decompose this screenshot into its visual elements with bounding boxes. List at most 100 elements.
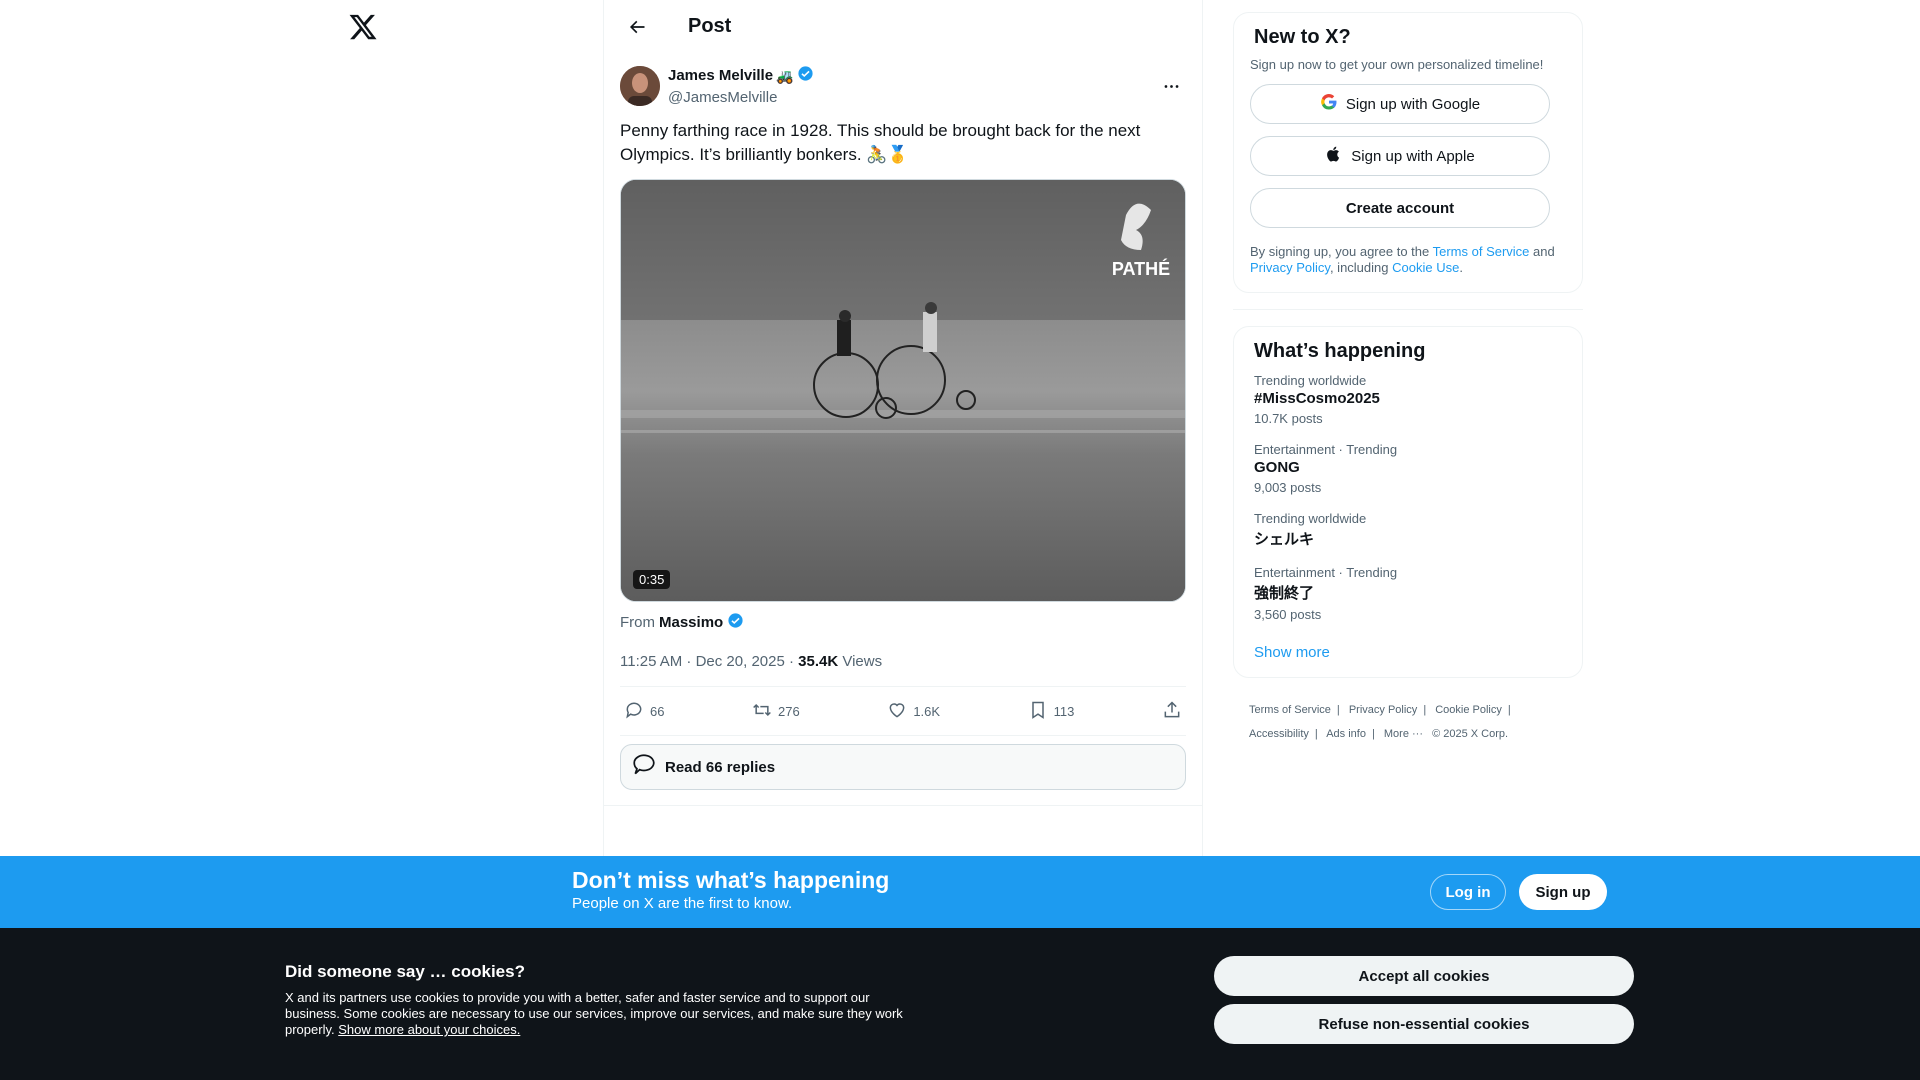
speech-bubble-icon [631, 752, 657, 782]
trend-name: 強制終了 [1254, 585, 1315, 602]
signup-google-button[interactable]: Sign up with Google [1250, 84, 1550, 124]
footer-accessibility-link[interactable]: Accessibility [1249, 728, 1309, 740]
author-display-name: James Melville [668, 67, 774, 84]
author-name-row[interactable]: James Melville 🚜 [668, 65, 814, 88]
footer-separator: | [1314, 728, 1318, 740]
apple-icon [1325, 145, 1343, 167]
reply-button[interactable]: 66 [624, 700, 664, 723]
tweet-header: James Melville 🚜 @JamesMelville [620, 65, 1186, 107]
tweet-text: Penny farthing race in 1928. This should… [620, 121, 1141, 164]
terms-link[interactable]: Terms of Service [1433, 244, 1530, 259]
repost-button[interactable]: 276 [752, 700, 800, 723]
from-label: From [620, 614, 655, 631]
legal-text-3: , including [1329, 260, 1393, 275]
trend-count: 3,560 posts [1254, 607, 1322, 622]
signup-card-subtitle: Sign up now to get your own personalized… [1250, 57, 1544, 72]
footer-separator: | [1371, 728, 1375, 740]
trend-context: Trending worldwide [1254, 373, 1367, 388]
video-source: From Massimo [620, 612, 1186, 633]
create-account-button[interactable]: Create account [1250, 188, 1550, 228]
trend-item[interactable]: Trending worldwide シェルキ [1250, 501, 1566, 555]
tweet-actions: 66 276 1.6K 113 [620, 687, 1186, 736]
footer-separator: | [1507, 704, 1511, 716]
footer-copyright: © 2025 X Corp. [1432, 728, 1509, 740]
signup-card: New to X? Sign up now to get your own pe… [1233, 12, 1583, 293]
back-arrow-icon[interactable] [620, 10, 654, 44]
cookie-use-link[interactable]: Cookie Use [1392, 260, 1459, 275]
tweet: James Melville 🚜 @JamesMelville Penny fa… [604, 53, 1202, 806]
banner-subtitle: People on X are the first to know. [572, 895, 793, 912]
trend-count: 10.7K posts [1254, 411, 1323, 426]
signup-apple-button[interactable]: Sign up with Apple [1250, 136, 1550, 176]
trend-item[interactable]: Entertainment · Trending 強制終了 3,560 post… [1250, 555, 1566, 628]
accept-cookies-button[interactable]: Accept all cookies [1214, 956, 1634, 996]
footer-separator: | [1336, 704, 1340, 716]
footer-more-link[interactable]: More ··· [1384, 728, 1423, 740]
show-more-link[interactable]: Show more [1250, 628, 1566, 661]
footer-cookie-link[interactable]: Cookie Policy [1435, 704, 1502, 716]
bookmark-button[interactable]: 113 [1028, 700, 1075, 723]
video-player[interactable]: PATHÉ 0:35 [620, 179, 1186, 602]
trend-item[interactable]: Trending worldwide #MissCosmo2025 10.7K … [1250, 363, 1566, 432]
repost-count: 276 [778, 703, 800, 719]
bookmark-count: 113 [1053, 703, 1075, 719]
refuse-cookies-button[interactable]: Refuse non-essential cookies [1214, 1004, 1634, 1044]
heart-icon [887, 700, 907, 723]
cookie-title: Did someone say … cookies? [285, 962, 525, 981]
more-options-icon[interactable] [1156, 71, 1186, 101]
cookie-banner: Did someone say … cookies? X and its par… [0, 928, 1920, 1080]
x-logo-icon[interactable] [348, 12, 378, 42]
trend-context: Trending worldwide [1254, 511, 1367, 526]
bookmark-icon [1028, 700, 1048, 723]
legal-text-1: By signing up, you agree to the [1250, 244, 1433, 259]
author-name-emoji: 🚜 [776, 68, 794, 84]
footer-privacy-link[interactable]: Privacy Policy [1349, 704, 1417, 716]
trend-count: 9,003 posts [1254, 480, 1322, 495]
signup-google-label: Sign up with Google [1345, 95, 1481, 113]
read-replies-button[interactable]: Read 66 replies [620, 744, 1186, 790]
login-banner: Don’t miss what’s happening People on X … [0, 856, 1920, 928]
page-title: Post [688, 15, 732, 37]
trend-context: Entertainment · Trending [1254, 442, 1398, 457]
video-watermark: PATHÉ [1112, 258, 1170, 279]
divider [1233, 309, 1583, 310]
author-handle[interactable]: @JamesMelville [668, 88, 814, 108]
repost-icon [752, 700, 772, 723]
trend-context: Entertainment · Trending [1254, 565, 1398, 580]
tweet-meta: 11:25 AM · Dec 20, 2025 · 35.4K Views [620, 653, 1186, 687]
footer-separator: | [1423, 704, 1427, 716]
source-verified-badge-icon [727, 612, 744, 633]
avatar[interactable] [620, 66, 660, 106]
trend-name: #MissCosmo2025 [1254, 390, 1380, 407]
cookie-choices-link[interactable]: Show more about your choices. [338, 1022, 520, 1037]
banner-title: Don’t miss what’s happening [572, 867, 890, 893]
signup-card-title: New to X? [1254, 26, 1351, 48]
share-button[interactable] [1162, 700, 1182, 723]
footer-links: Terms of Service | Privacy Policy | Cookie… [1233, 678, 1583, 746]
create-account-label: Create account [1345, 199, 1455, 217]
login-button[interactable]: Log in [1430, 874, 1506, 910]
like-button[interactable]: 1.6K [887, 700, 940, 723]
signup-button[interactable]: Sign up [1519, 874, 1607, 910]
trends-title: What’s happening [1254, 340, 1426, 362]
banner-text: Don’t miss what’s happening People on X … [572, 866, 889, 914]
video-thumbnail: PATHÉ [621, 180, 1185, 601]
read-replies-label: Read 66 replies [665, 758, 776, 776]
cookie-text: X and its partners use cookies to provid… [285, 990, 925, 1038]
legal-text-4: . [1459, 260, 1463, 275]
divider [604, 798, 1202, 806]
signup-apple-label: Sign up with Apple [1351, 147, 1475, 165]
post-header: Post [604, 0, 1202, 53]
trends-card: What’s happening Trending worldwide #Mis… [1233, 326, 1583, 678]
legal-text-2: and [1529, 244, 1555, 259]
source-name[interactable]: Massimo [659, 614, 723, 631]
trend-item[interactable]: Entertainment · Trending GONG 9,003 post… [1250, 432, 1566, 501]
footer-ads-link[interactable]: Ads info [1326, 728, 1366, 740]
views-count: 35.4K [798, 653, 839, 670]
trend-name: シェルキ [1254, 531, 1315, 548]
author-names: James Melville 🚜 @JamesMelville [668, 65, 814, 108]
footer-terms-link[interactable]: Terms of Service [1249, 704, 1331, 716]
signup-legal-text: By signing up, you agree to the Terms of… [1250, 244, 1566, 276]
privacy-link[interactable]: Privacy Policy [1250, 260, 1330, 275]
tweet-timestamp[interactable]: 11:25 AM · Dec 20, 2025 · [620, 653, 798, 670]
